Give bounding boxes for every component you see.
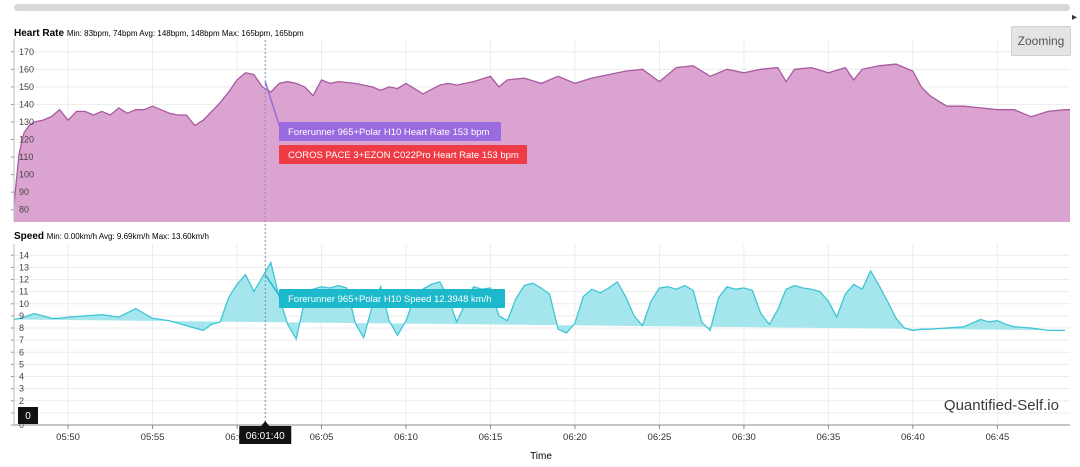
x-tick-label: 06:25	[648, 432, 672, 443]
speed-y-tick-label: 7	[19, 335, 24, 345]
x-tick-label: 06:45	[985, 432, 1009, 443]
x-tick-label: 06:40	[901, 432, 925, 443]
hr-y-tick-label: 140	[19, 99, 34, 109]
speed-title-label: Speed	[14, 231, 44, 242]
hr-y-tick-label: 110	[19, 152, 33, 162]
speed-y-tick-label: 3	[19, 384, 24, 394]
cursor-time: 06:01:40	[246, 431, 285, 442]
speed-y-tick-label: 12	[19, 275, 29, 285]
speed-cursor-value: 0	[25, 411, 31, 422]
x-tick-label: 06:20	[563, 432, 587, 443]
hr-title-stats: Min: 83bpm, 74bpm Avg: 148bpm, 148bpm Ma…	[67, 29, 304, 38]
speed-y-tick-label: 9	[19, 311, 24, 321]
x-tick-label: 06:30	[732, 432, 756, 443]
speed-y-tick-label: 11	[19, 287, 28, 297]
speed-series-area	[14, 262, 1065, 339]
zoom-mode-button[interactable]: Zooming	[1011, 26, 1071, 56]
hr-area-layer	[13, 63, 1070, 222]
hr-y-tick-label: 160	[19, 64, 34, 74]
hr-y-tick-label: 150	[19, 82, 34, 92]
speed-y-tick-label: 13	[19, 262, 29, 272]
hr-y-tick-label: 90	[19, 187, 29, 197]
speed-y-tick-label: 4	[19, 372, 24, 382]
hr-title: Heart Rate Min: 83bpm, 74bpm Avg: 148bpm…	[14, 28, 304, 39]
tooltip-hr-coros: COROS PACE 3+EZON C022Pro Heart Rate 153…	[279, 145, 527, 164]
x-tick-labels: 05:50 05:55 06:00 06:05 06:10 06:15 06:20 06:25…	[14, 424, 1070, 443]
hr-title-label: Heart Rate	[14, 28, 64, 39]
speed-y-tick-label: 8	[19, 323, 24, 333]
x-tick-label: 05:50	[56, 432, 80, 443]
speed-y-tick-label: 6	[19, 347, 24, 357]
x-tick-label: 05:55	[141, 432, 165, 443]
tooltip-hr-garmin-text: Forerunner 965+Polar H10 Heart Rate 153 …	[288, 127, 490, 138]
chart-canvas[interactable]: Heart Rate Min: 83bpm, 74bpm Avg: 148bpm…	[0, 0, 1080, 467]
hr-y-tick-label: 170	[19, 47, 34, 57]
hr-y-tick-label: 80	[19, 205, 29, 215]
x-tick-label: 06:05	[310, 432, 334, 443]
hr-series-area	[14, 64, 1070, 222]
speed-y-tick-label: 2	[19, 396, 24, 406]
speed-y-tick-label: 14	[19, 250, 29, 260]
hr-y-tick-label: 120	[19, 135, 34, 145]
x-tick-label: 06:35	[816, 432, 840, 443]
tooltip-hr-coros-text: COROS PACE 3+EZON C022Pro Heart Rate 153…	[288, 150, 519, 161]
x-tick-label: 06:15	[479, 432, 503, 443]
cursor-time-badge-arrow	[261, 421, 270, 426]
speed-title-stats: Min: 0.00km/h Avg: 9.69km/h Max: 13.60km…	[47, 232, 209, 241]
speed-area-layer	[13, 260, 1065, 341]
speed-y-tick-label: 5	[19, 359, 24, 369]
speed-y-tick-label: 10	[19, 299, 29, 309]
x-tick-label: 06:10	[394, 432, 418, 443]
x-axis-title: Time	[530, 451, 552, 462]
tooltip-speed-text: Forerunner 965+Polar H10 Speed 12.3948 k…	[288, 294, 492, 305]
watermark: Quantified-Self.io	[944, 397, 1059, 414]
speed-title: Speed Min: 0.00km/h Avg: 9.69km/h Max: 1…	[14, 231, 209, 242]
hr-y-tick-label: 100	[19, 170, 34, 180]
hr-y-tick-label: 130	[19, 117, 34, 127]
